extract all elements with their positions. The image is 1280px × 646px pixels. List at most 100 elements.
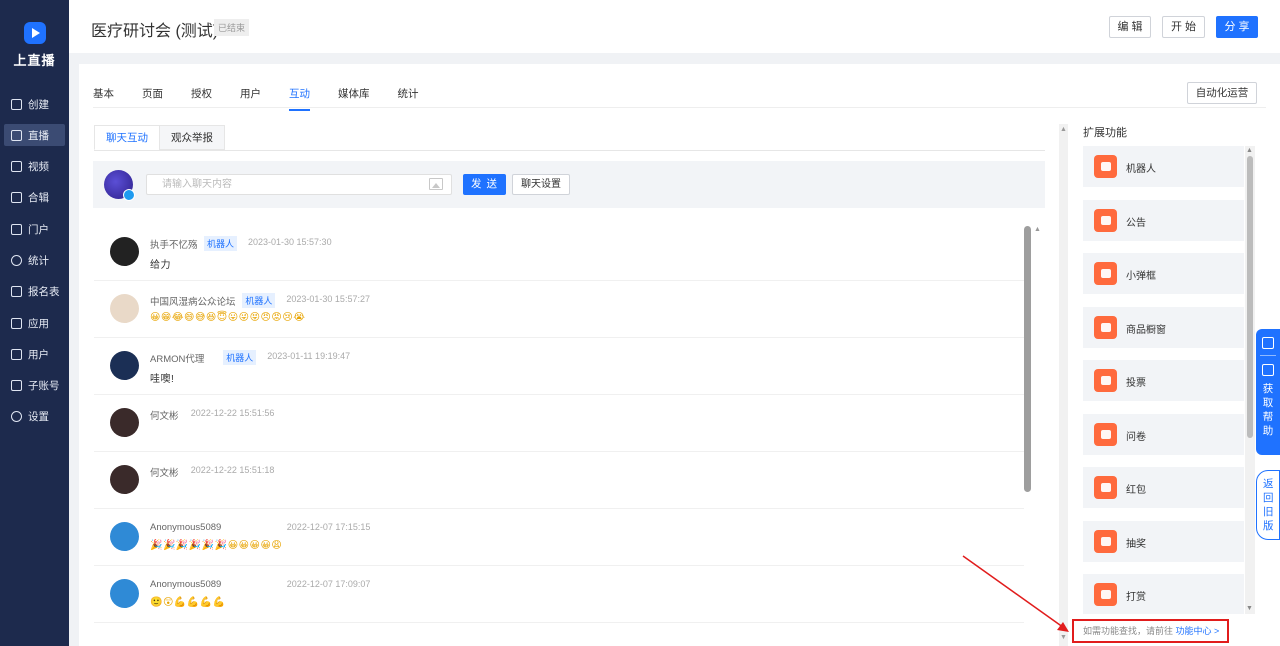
collection-icon: [11, 192, 22, 204]
extension-item[interactable]: 小弹框: [1083, 253, 1244, 294]
sidebar-item[interactable]: 直播: [4, 124, 65, 147]
auto-ops-button[interactable]: 自动化运营: [1187, 82, 1257, 104]
sub-account-icon: [11, 380, 22, 392]
extension-label: 红包: [1126, 485, 1146, 496]
vote-icon: [1094, 369, 1117, 392]
extension-item[interactable]: 打赏: [1083, 574, 1244, 614]
sender-name: 何文彬: [150, 411, 179, 422]
subtab-reports[interactable]: 观众举报: [159, 125, 225, 150]
avatar: [110, 522, 139, 551]
chat-composer: 发 送 聊天设置: [93, 161, 1045, 208]
document-icon[interactable]: [1262, 364, 1274, 376]
message-text: 哇噢!: [150, 374, 175, 385]
monitor-icon: [11, 223, 22, 235]
extensions-scroll-thumb[interactable]: [1247, 156, 1253, 438]
message-scrollbar[interactable]: [1024, 226, 1031, 492]
edit-button[interactable]: 编 辑: [1109, 16, 1151, 38]
share-button[interactable]: 分 享: [1216, 16, 1258, 38]
sidebar-item-label: 创建: [28, 98, 49, 111]
extensions-scroll-down-icon[interactable]: ▼: [1246, 605, 1253, 612]
robot-tag: 机器人: [242, 293, 276, 308]
avatar: [110, 351, 139, 380]
list-item[interactable]: Anonymous5089 2022-12-07 17:15:15 🎉🎉🎉🎉🎉🎉😀😀…: [94, 509, 1024, 566]
sender-name: ARMON代理: [150, 354, 205, 365]
extension-item[interactable]: 公告: [1083, 199, 1244, 241]
hint-text: 如需功能查找，请前往: [1083, 626, 1174, 636]
message-list: 执手不忆殇 机器人 2023-01-30 15:57:30 给力 中国风湿病公众论坛 机器…: [94, 224, 1024, 644]
help-label[interactable]: 获取帮助: [1262, 382, 1274, 438]
panel-scroll-up-icon[interactable]: ▲: [1060, 126, 1067, 133]
subtab-chat[interactable]: 聊天互动: [94, 125, 160, 150]
robot-tag: 机器人: [223, 350, 257, 365]
sidebar-item[interactable]: 应用: [4, 312, 65, 334]
back-to-old-version-button[interactable]: 返回旧版: [1256, 470, 1280, 540]
sidebar-item[interactable]: 门户: [4, 218, 65, 240]
sender-name: 中国风湿病公众论坛: [150, 297, 236, 308]
robot-icon: [1094, 155, 1117, 178]
logo-text: 上直播: [13, 53, 56, 68]
sidebar-item[interactable]: 用户: [4, 343, 65, 365]
reward-icon: [1094, 583, 1117, 606]
extension-label: 商品橱窗: [1126, 324, 1166, 336]
robot-tag: 机器人: [204, 236, 238, 251]
lottery-icon: [1094, 529, 1117, 553]
avatar: [110, 237, 139, 266]
popup-icon: [1094, 262, 1117, 285]
avatar: [110, 408, 139, 437]
sender-name: Anonymous5089: [150, 522, 222, 533]
timestamp: 2022-12-22 15:51:56: [190, 408, 275, 418]
sidebar-item[interactable]: 子账号: [4, 375, 65, 397]
help-float-panel[interactable]: 获取帮助: [1256, 329, 1280, 455]
film-icon: [11, 161, 22, 173]
scroll-up-icon[interactable]: ▲: [1034, 226, 1041, 233]
extension-label: 机器人: [1126, 164, 1156, 175]
list-item[interactable]: 何文彬 2022-12-22 15:51:56: [94, 395, 1024, 452]
chat-input[interactable]: [146, 174, 452, 195]
timestamp: 2022-12-22 15:51:18: [190, 465, 275, 475]
sidebar-item[interactable]: 创建: [4, 93, 65, 115]
sidebar-item[interactable]: 报名表: [4, 281, 65, 303]
sender-name: 何文彬: [150, 468, 179, 479]
plus-square-icon: [11, 98, 22, 110]
sidebar-item[interactable]: 统计: [4, 249, 65, 271]
sidebar-item-label: 门户: [28, 223, 49, 236]
extension-item[interactable]: 投票: [1083, 360, 1244, 401]
list-item[interactable]: 中国风湿病公众论坛 机器人 2023-01-30 15:57:27 😀😁😂😄😅😆😇😛😜…: [94, 281, 1024, 338]
pie-chart-icon: [11, 254, 22, 266]
start-button[interactable]: 开 始: [1162, 16, 1205, 38]
extension-label: 小弹框: [1126, 271, 1156, 282]
list-item[interactable]: 何文彬 2022-12-22 15:51:18: [94, 452, 1024, 509]
extension-item[interactable]: 抽奖: [1083, 520, 1244, 562]
extensions-scroll-up-icon[interactable]: ▲: [1246, 147, 1253, 154]
message-emojis: 🙂😲💪💪💪💪: [150, 597, 226, 608]
chat-settings-button[interactable]: 聊天设置: [512, 174, 570, 195]
sidebar: 上直播 创建直播视频合辑门户统计报名表应用用户子账号设置: [0, 0, 69, 646]
sidebar-item-label: 用户: [28, 348, 49, 361]
sidebar-item[interactable]: 设置: [4, 406, 65, 428]
extension-label: 抽奖: [1126, 538, 1146, 550]
message-emojis: 🎉🎉🎉🎉🎉🎉😀😀😀😀😩: [150, 540, 283, 551]
list-item[interactable]: Anonymous5089 2022-12-07 17:09:07 🙂😲💪💪💪💪: [94, 566, 1024, 623]
extension-item[interactable]: 商品橱窗: [1083, 306, 1244, 348]
red-packet-icon: [1094, 476, 1117, 499]
timestamp: 2022-12-07 17:15:15: [286, 522, 371, 532]
send-button[interactable]: 发 送: [463, 174, 506, 195]
list-item[interactable]: 执手不忆殇 机器人 2023-01-30 15:57:30 给力: [94, 224, 1024, 281]
sidebar-item[interactable]: 合辑: [4, 187, 65, 209]
app-logo[interactable]: 上直播: [0, 22, 69, 69]
sidebar-item[interactable]: 视频: [4, 156, 65, 178]
list-item[interactable]: ARMON代理 机器人 2023-01-11 19:19:47 哇噢!: [94, 338, 1024, 395]
extension-item[interactable]: 机器人: [1083, 146, 1244, 187]
image-upload-icon[interactable]: [429, 178, 443, 190]
extension-label: 公告: [1126, 217, 1146, 229]
sidebar-item-label: 应用: [28, 317, 49, 330]
extension-item[interactable]: 红包: [1083, 467, 1244, 508]
extension-label: 问卷: [1126, 431, 1146, 443]
extension-item[interactable]: 问卷: [1083, 413, 1244, 455]
sender-name: 执手不忆殇: [150, 240, 198, 251]
download-icon[interactable]: [1262, 337, 1274, 349]
avatar: [110, 465, 139, 494]
feature-center-link[interactable]: 功能中心 >: [1176, 626, 1220, 636]
timestamp: 2023-01-11 19:19:47: [267, 351, 351, 361]
feature-center-hint: 如需功能查找，请前往 功能中心 >: [1072, 619, 1229, 643]
